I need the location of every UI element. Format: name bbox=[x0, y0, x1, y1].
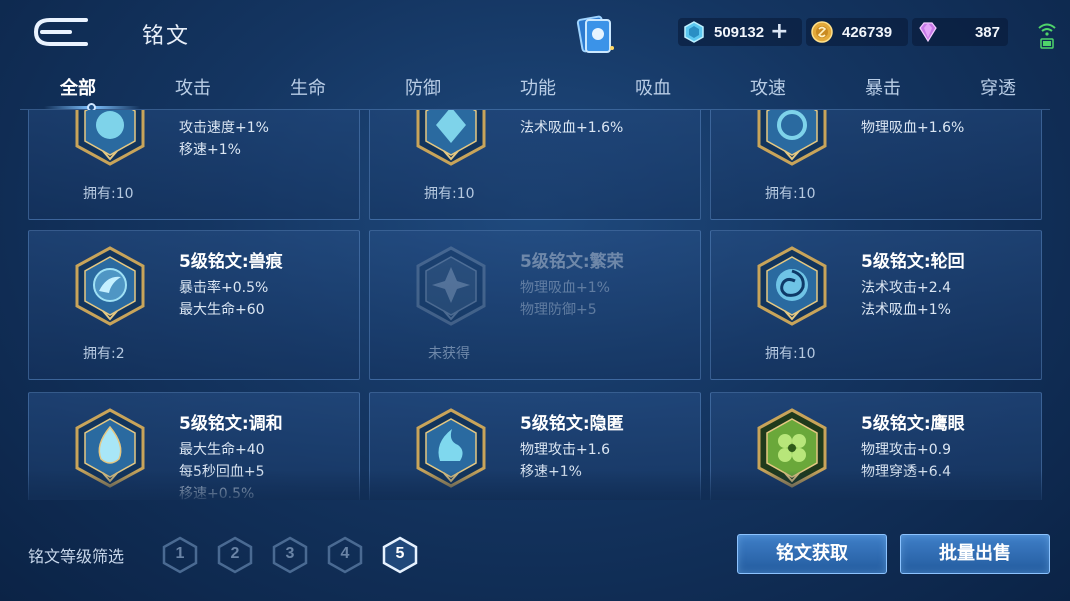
tab-lifesteal[interactable]: 吸血 bbox=[613, 74, 693, 100]
level-filter-4[interactable]: 4 bbox=[327, 536, 363, 574]
inscription-name: 5级铭文:兽痕 bbox=[179, 252, 283, 272]
inscription-stat: 最大生命+40 bbox=[179, 442, 265, 458]
samsara-emblem-icon bbox=[757, 246, 827, 326]
gem-currency: 387 bbox=[912, 18, 1008, 46]
inscription-card-locked[interactable]: 5级铭文:繁荣 物理吸血+1% 物理防御+5 未获得 bbox=[369, 230, 701, 380]
inscription-name: 5级铭文:轮回 bbox=[861, 252, 965, 272]
inscription-stat: 最大生命+60 bbox=[179, 302, 265, 318]
not-obtained-label: 未获得 bbox=[428, 346, 470, 362]
inscription-card[interactable]: 5级铭文:隐匿 物理攻击+1.6 移速+1% bbox=[369, 392, 701, 500]
tab-health[interactable]: 生命 bbox=[268, 74, 348, 100]
inscription-card[interactable]: 5级铭文:轮回 法术攻击+2.4 法术吸血+1% 拥有:10 bbox=[710, 230, 1042, 380]
inscription-grid[interactable]: 攻击速度+1% 移速+1% 拥有:10 法术吸血+1.6% 拥有:10 物理吸血… bbox=[28, 110, 1042, 500]
level-filter-3[interactable]: 3 bbox=[272, 536, 308, 574]
tab-crit[interactable]: 暴击 bbox=[843, 74, 923, 100]
level-number: 5 bbox=[395, 545, 405, 562]
inscription-stat: 暴击率+0.5% bbox=[179, 280, 269, 296]
tab-defense[interactable]: 防御 bbox=[383, 74, 463, 100]
inscription-card[interactable]: 5级铭文:调和 最大生命+40 每5秒回血+5 移速+0.5% bbox=[28, 392, 360, 500]
inscription-card[interactable]: 5级铭文:鹰眼 物理攻击+0.9 物理穿透+6.4 bbox=[710, 392, 1042, 500]
inscription-name: 5级铭文:鹰眼 bbox=[861, 414, 965, 434]
harmony-emblem-icon bbox=[75, 408, 145, 488]
level-filter-1[interactable]: 1 bbox=[162, 536, 198, 574]
inscription-emblem-icon bbox=[75, 110, 145, 166]
gem-icon bbox=[919, 22, 937, 43]
inscription-card[interactable]: 5级铭文:兽痕 暴击率+0.5% 最大生命+60 拥有:2 bbox=[28, 230, 360, 380]
add-diamond-button[interactable]: + bbox=[770, 21, 788, 43]
card-collection-icon[interactable] bbox=[574, 12, 616, 56]
tab-attack-speed[interactable]: 攻速 bbox=[728, 74, 808, 100]
inscription-stat: 移速+1% bbox=[520, 464, 582, 480]
level-filter-5[interactable]: 5 bbox=[382, 536, 418, 574]
inscription-stat: 物理攻击+1.6 bbox=[520, 442, 610, 458]
category-tabs: 全部 攻击 生命 防御 功能 吸血 攻速 暴击 穿透 bbox=[20, 70, 1050, 112]
page-title: 铭文 bbox=[142, 24, 191, 49]
tab-all[interactable]: 全部 bbox=[38, 74, 118, 100]
inscription-stat: 移速+0.5% bbox=[179, 486, 255, 500]
inscription-emblem-icon bbox=[416, 110, 486, 166]
level-filter-label: 铭文等级筛选 bbox=[28, 547, 125, 566]
diamond-icon bbox=[684, 21, 704, 43]
inscription-card[interactable]: 攻击速度+1% 移速+1% 拥有:10 bbox=[28, 110, 360, 220]
wifi-battery-icon bbox=[1038, 23, 1056, 49]
owned-count: 拥有:10 bbox=[765, 346, 816, 362]
inscription-emblem-icon bbox=[757, 110, 827, 166]
inscription-stat: 物理吸血+1.6% bbox=[861, 120, 965, 136]
owned-count: 拥有:10 bbox=[765, 186, 816, 202]
get-inscription-button[interactable]: 铭文获取 bbox=[737, 534, 887, 574]
inscription-stat: 法术吸血+1.6% bbox=[520, 120, 624, 136]
beast-mark-emblem-icon bbox=[75, 246, 145, 326]
concealment-emblem-icon bbox=[416, 408, 486, 488]
tab-utility[interactable]: 功能 bbox=[498, 74, 578, 100]
inscription-stat: 法术吸血+1% bbox=[861, 302, 951, 318]
inscription-card[interactable]: 法术吸血+1.6% 拥有:10 bbox=[369, 110, 701, 220]
inscription-name: 5级铭文:调和 bbox=[179, 414, 283, 434]
gold-currency: 426739 bbox=[806, 18, 908, 46]
owned-count: 拥有:10 bbox=[424, 186, 475, 202]
inscription-stat: 移速+1% bbox=[179, 142, 241, 158]
diamond-currency: 509132 + bbox=[678, 18, 802, 46]
level-number: 3 bbox=[285, 545, 295, 562]
level-number: 2 bbox=[230, 545, 240, 562]
bulk-sell-button[interactable]: 批量出售 bbox=[900, 534, 1050, 574]
level-filter-2[interactable]: 2 bbox=[217, 536, 253, 574]
inscription-stat: 每5秒回血+5 bbox=[179, 464, 265, 480]
tab-penetration[interactable]: 穿透 bbox=[958, 74, 1038, 100]
prosperity-emblem-icon bbox=[416, 246, 486, 326]
owned-count: 拥有:10 bbox=[83, 186, 134, 202]
inscription-stat: 物理吸血+1% bbox=[520, 280, 610, 296]
diamond-amount: 509132 bbox=[714, 23, 765, 41]
level-number: 1 bbox=[175, 545, 185, 562]
inscription-name: 5级铭文:隐匿 bbox=[520, 414, 624, 434]
eagle-eye-emblem-icon bbox=[757, 408, 827, 488]
top-bar: 铭文 509132 + 426739 387 bbox=[0, 0, 1070, 62]
back-arrow-icon[interactable] bbox=[30, 16, 92, 48]
gold-coin-icon bbox=[811, 21, 833, 43]
tab-attack[interactable]: 攻击 bbox=[153, 74, 233, 100]
inscription-stat: 物理穿透+6.4 bbox=[861, 464, 951, 480]
inscription-stat: 法术攻击+2.4 bbox=[861, 280, 951, 296]
inscription-stat: 攻击速度+1% bbox=[179, 120, 269, 136]
gem-amount: 387 bbox=[974, 23, 1000, 41]
level-number: 4 bbox=[340, 545, 350, 562]
inscription-stat: 物理防御+5 bbox=[520, 302, 597, 318]
owned-count: 拥有:2 bbox=[83, 346, 125, 362]
gold-amount: 426739 bbox=[842, 23, 893, 41]
inscription-stat: 物理攻击+0.9 bbox=[861, 442, 951, 458]
inscription-name: 5级铭文:繁荣 bbox=[520, 252, 624, 272]
inscription-card[interactable]: 物理吸血+1.6% 拥有:10 bbox=[710, 110, 1042, 220]
